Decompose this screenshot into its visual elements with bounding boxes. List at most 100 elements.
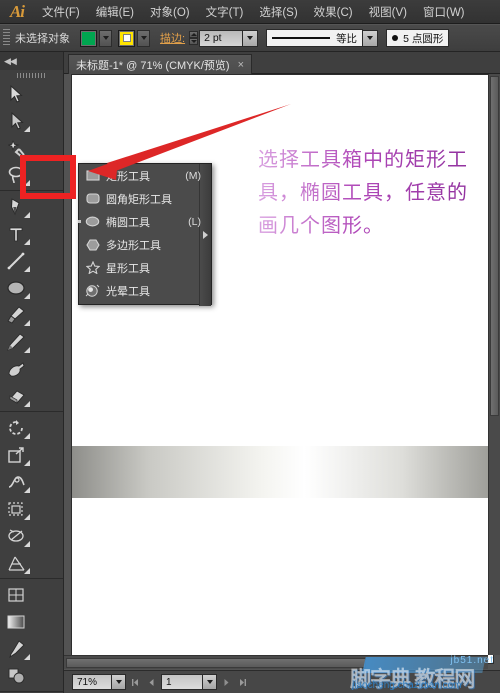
menu-select[interactable]: 选择(S) [251,0,305,24]
shape-tools-flyout[interactable]: 矩形工具 (M) 圆角矩形工具 椭圆工具 (L) 多边形工具 星形工具 光晕工具 [78,163,212,306]
stroke-dropdown-button[interactable] [137,29,150,47]
perspective-grid-tool[interactable] [0,549,32,576]
vertical-scrollbar-thumb[interactable] [490,76,499,416]
zoom-level-input[interactable]: 71% [72,674,112,690]
flyout-rectangle-tool-label: 矩形工具 [106,170,150,183]
fill-color-group[interactable] [80,29,112,47]
stroke-color-group[interactable] [118,29,150,47]
control-bar-grip[interactable] [3,29,10,47]
variable-width-profile-select[interactable]: 等比 [266,29,364,47]
profile-line-icon [272,37,331,39]
stroke-weight-input[interactable]: 2 pt [199,29,244,47]
gradient-tool[interactable] [0,608,32,635]
type-tool[interactable] [0,220,32,247]
mesh-tool[interactable] [0,581,32,608]
profile-dropdown-button[interactable] [363,29,379,47]
line-segment-tool[interactable] [0,247,32,274]
menu-window[interactable]: 窗口(W) [415,0,473,24]
brush-dot-icon [392,35,399,41]
magic-wand-tool[interactable] [0,134,32,161]
ellipse-tool[interactable] [0,274,32,301]
rotate-tool[interactable] [0,414,32,441]
double-chevron-left-icon: ◀◀ [4,55,17,66]
horizontal-scrollbar[interactable] [64,655,488,669]
chevron-down-icon [140,36,147,40]
blob-brush-tool[interactable] [0,355,32,382]
menu-object[interactable]: 对象(O) [142,0,198,24]
eraser-tool[interactable] [0,382,32,409]
free-transform-tool[interactable] [0,522,32,549]
shape-builder-tool[interactable] [0,495,32,522]
lasso-tool[interactable] [0,161,32,188]
flyout-rounded-rectangle-tool[interactable]: 圆角矩形工具 [79,187,211,210]
pencil-tool[interactable] [0,328,32,355]
eyedropper-tool[interactable] [0,635,32,662]
selected-tool-indicator [78,220,81,223]
rounded-rectangle-icon [85,191,100,206]
profile-label: 等比 [336,32,358,45]
flyout-polygon-tool-label: 多边形工具 [106,239,161,252]
last-page-button[interactable] [236,674,249,690]
menu-effect[interactable]: 效果(C) [306,0,361,24]
next-page-button[interactable] [220,674,233,690]
stroke-color-swatch[interactable] [118,29,135,47]
menu-edit[interactable]: 编辑(E) [88,0,142,24]
flyout-flare-tool[interactable]: 光晕工具 [79,279,211,302]
fill-dropdown-button[interactable] [99,29,112,47]
horizontal-scrollbar-thumb[interactable] [66,658,366,668]
blend-tool[interactable] [0,662,32,689]
flare-icon [85,283,100,298]
menu-type[interactable]: 文字(T) [198,0,252,24]
document-tab[interactable]: 未标题-1* @ 71% (CMYK/预览) × [68,54,253,74]
flyout-ellipse-tool[interactable]: 椭圆工具 (L) [78,210,211,233]
width-tool[interactable] [0,468,32,495]
status-bar: 71% 1 [64,670,500,693]
page-number-input[interactable]: 1 [161,674,203,690]
paintbrush-tool[interactable] [0,301,32,328]
stroke-weight-label[interactable]: 描边: [160,30,185,46]
flyout-star-tool[interactable]: 星形工具 [79,256,211,279]
document-tab-bar: 未标题-1* @ 71% (CMYK/预览) × [64,52,500,74]
direct-selection-tool[interactable] [0,107,32,134]
flyout-ellipse-tool-shortcut: (L) [188,215,201,228]
toolbox-grip[interactable] [0,70,63,80]
tool-grid [0,80,63,693]
chevron-down-icon [115,680,122,684]
gradient-rectangle-artwork[interactable] [72,446,495,498]
flyout-rounded-rectangle-tool-label: 圆角矩形工具 [106,193,172,206]
stepper-up-button[interactable] [189,31,199,38]
annotation-text: 选择工具箱中的矩形工具，椭圆工具，任意的画几个图形。 [258,144,482,243]
selection-tool[interactable] [0,80,32,107]
stroke-weight-dropdown-button[interactable] [243,29,259,47]
selection-status-label: 未选择对象 [15,33,70,45]
flyout-rectangle-tool[interactable]: 矩形工具 (M) [79,164,211,187]
zoom-level-dropdown-button[interactable] [112,674,126,690]
menu-view[interactable]: 视图(V) [361,0,415,24]
previous-page-button[interactable] [145,674,158,690]
pen-tool[interactable] [0,193,32,220]
toolbox-panel: ◀◀ [0,52,64,693]
page-number-dropdown-button[interactable] [203,674,217,690]
first-page-button[interactable] [129,674,142,690]
brush-label: 5 点圆形 [403,32,444,45]
chevron-down-icon [206,680,213,684]
star-icon [85,260,100,275]
chevron-down-icon [102,36,109,40]
fill-color-swatch[interactable] [80,29,97,47]
stroke-weight-stepper[interactable] [189,31,199,45]
toolbox-collapse-button[interactable]: ◀◀ [0,52,63,70]
flyout-flare-tool-label: 光晕工具 [106,285,150,298]
vertical-scrollbar[interactable] [488,74,500,655]
brush-definition-select[interactable]: 5 点圆形 [386,29,450,47]
control-bar: 未选择对象 描边: 2 pt 等比 5 点圆形 [0,24,500,52]
flyout-ellipse-tool-label: 椭圆工具 [106,216,150,229]
stepper-down-button[interactable] [189,38,199,45]
close-icon[interactable]: × [238,59,244,71]
ellipse-icon [85,214,100,229]
app-logo-icon: Ai [9,1,25,21]
scale-tool[interactable] [0,441,32,468]
flyout-polygon-tool[interactable]: 多边形工具 [79,233,211,256]
rectangle-icon [85,168,100,183]
menu-bar: Ai 文件(F) 编辑(E) 对象(O) 文字(T) 选择(S) 效果(C) 视… [0,0,500,24]
menu-file[interactable]: 文件(F) [34,0,88,24]
